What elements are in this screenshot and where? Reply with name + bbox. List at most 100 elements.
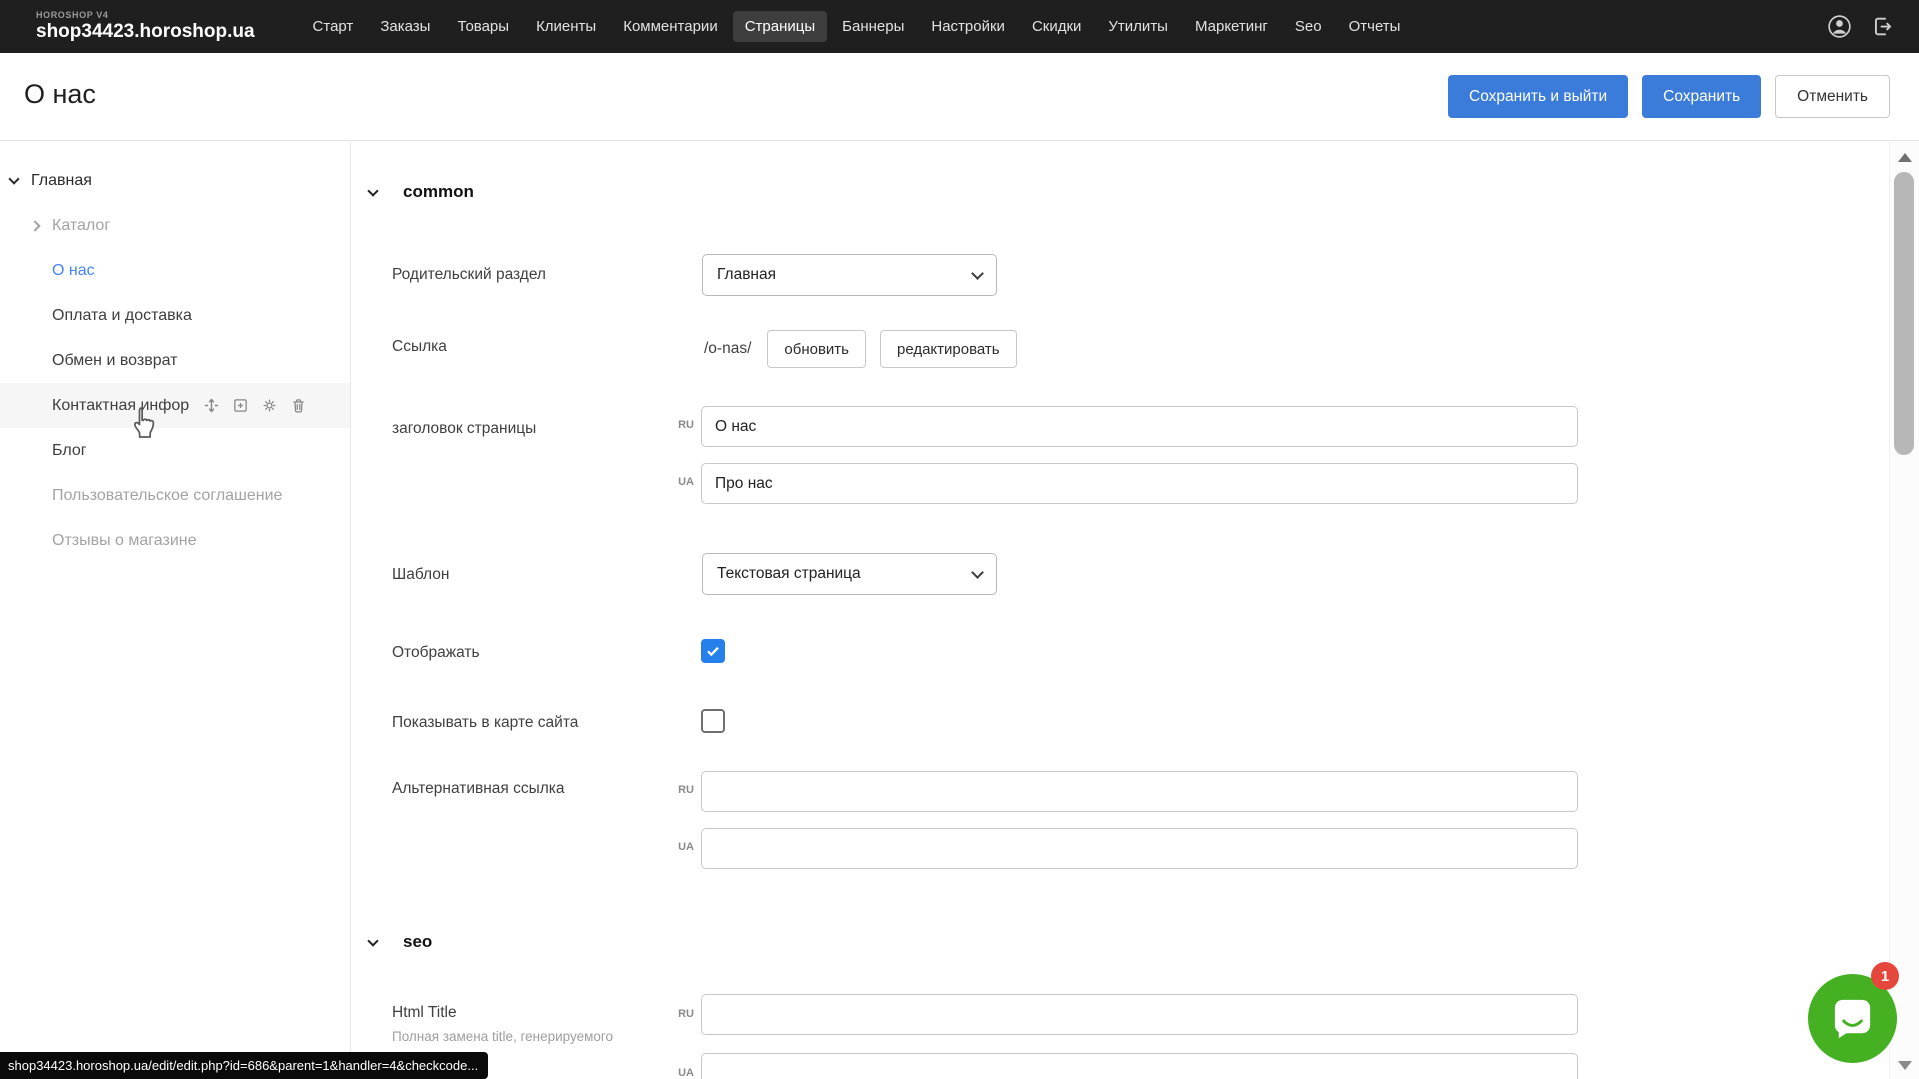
sidebar-item[interactable]: Блог (0, 428, 350, 473)
sidebar-item-label: Отзывы о магазине (52, 532, 197, 550)
parent-section-select[interactable]: Главная (702, 254, 997, 296)
status-url-bar: shop34423.horoshop.ua/edit/edit.php?id=6… (0, 1052, 488, 1079)
display-checkbox[interactable] (701, 639, 725, 663)
sidebar-item-label: О нас (52, 262, 95, 280)
scrollbar-down-arrow[interactable] (1898, 1061, 1912, 1070)
logo[interactable]: HOROSHOP V4 shop34423.horoshop.ua (36, 11, 255, 43)
nav-item[interactable]: Заказы (368, 11, 442, 42)
page-title: О нас (24, 79, 96, 110)
sidebar-item[interactable]: О нас (0, 248, 350, 293)
scrollbar-up-arrow[interactable] (1898, 153, 1912, 162)
sidebar-item[interactable]: Оплата и доставка (0, 293, 350, 338)
alt-link-ru-input[interactable] (701, 771, 1578, 812)
lang-ru-badge: RU (666, 419, 694, 431)
alt-link-ua-input[interactable] (701, 828, 1578, 869)
sidebar-item-label: Блог (52, 442, 87, 460)
sidebar-item-label: Обмен и возврат (52, 352, 177, 370)
save-button[interactable]: Сохранить (1642, 75, 1761, 118)
chevron-down-icon[interactable] (8, 173, 19, 184)
page-title-ru-input[interactable] (701, 406, 1578, 447)
link-label: Ссылка (392, 338, 447, 356)
page-title-field-label: заголовок страницы (392, 420, 536, 438)
page-header: О нас Сохранить и выйти Сохранить Отмени… (0, 53, 1919, 141)
lang-ua-badge: UA (666, 1067, 694, 1079)
nav-item[interactable]: Seo (1283, 11, 1334, 42)
html-title-label: Html Title (392, 1004, 457, 1022)
sidebar-item-label: Контактная инфор (52, 397, 189, 415)
template-select[interactable]: Текстовая страница (702, 553, 997, 595)
navbar-right (1826, 13, 1895, 40)
sitemap-checkbox[interactable] (701, 709, 725, 733)
chevron-right-icon[interactable] (29, 220, 40, 231)
chevron-down-icon (971, 566, 984, 579)
lang-ru-badge: RU (666, 784, 694, 796)
nav-item[interactable]: Клиенты (524, 11, 608, 42)
scrollbar-thumb[interactable] (1894, 172, 1914, 455)
account-icon[interactable] (1826, 13, 1853, 40)
lang-ua-badge: UA (666, 841, 694, 853)
chat-widget-button[interactable]: 1 (1808, 974, 1897, 1063)
sidebar-item[interactable]: Контактная инфор (0, 383, 350, 428)
nav-item[interactable]: Товары (445, 11, 521, 42)
section-seo-label: seo (403, 932, 432, 952)
sitemap-label: Показывать в карте сайта (392, 714, 578, 732)
nav-item[interactable]: Отчеты (1337, 11, 1413, 42)
section-seo[interactable]: seo (369, 932, 432, 952)
html-title-ua-input[interactable] (701, 1053, 1578, 1079)
sidebar-item[interactable]: Каталог (0, 203, 350, 248)
html-title-ru-input[interactable] (701, 994, 1578, 1035)
cancel-button[interactable]: Отменить (1775, 75, 1890, 118)
html-title-hint: Полная замена title, генерируемого (392, 1029, 613, 1044)
save-and-exit-button[interactable]: Сохранить и выйти (1448, 75, 1628, 118)
nav-item[interactable]: Старт (301, 11, 366, 42)
sidebar-item-label: Пользовательское соглашение (52, 487, 282, 505)
nav-item[interactable]: Комментарии (611, 11, 729, 42)
move-icon[interactable] (203, 397, 220, 414)
display-label: Отображать (392, 644, 480, 662)
logo-version: HOROSHOP V4 (36, 11, 255, 21)
check-icon (705, 643, 721, 659)
settings-icon[interactable] (261, 397, 278, 414)
nav-item[interactable]: Страницы (733, 11, 827, 42)
section-common[interactable]: common (369, 182, 474, 202)
sidebar-item[interactable]: Главная (0, 158, 350, 203)
chat-bubble-icon (1829, 995, 1876, 1042)
template-value: Текстовая страница (717, 565, 861, 583)
chevron-down-icon (971, 267, 984, 280)
sidebar-item-label: Оплата и доставка (52, 307, 192, 325)
nav-item[interactable]: Маркетинг (1183, 11, 1280, 42)
logo-domain: shop34423.horoshop.ua (36, 22, 255, 43)
nav-item[interactable]: Баннеры (830, 11, 916, 42)
lang-ru-badge: RU (666, 1008, 694, 1020)
chat-unread-badge: 1 (1871, 962, 1899, 990)
navbar-menu: СтартЗаказыТоварыКлиентыКомментарииСтран… (301, 11, 1413, 42)
alt-link-label: Альтернативная ссылка (392, 780, 565, 798)
parent-section-label: Родительский раздел (392, 266, 546, 284)
chevron-down-icon (367, 185, 378, 196)
chevron-down-icon (367, 935, 378, 946)
header-buttons: Сохранить и выйти Сохранить Отменить (1448, 75, 1890, 118)
lang-ua-badge: UA (666, 476, 694, 488)
scrollbar (1889, 142, 1919, 1079)
nav-item[interactable]: Настройки (919, 11, 1017, 42)
template-label: Шаблон (392, 566, 449, 584)
sidebar-item[interactable]: Обмен и возврат (0, 338, 350, 383)
parent-section-value: Главная (717, 266, 776, 284)
sidebar-item[interactable]: Отзывы о магазине (0, 518, 350, 563)
sidebar-tree: Главная Каталог О нас Оплата и доставка Обме… (0, 158, 350, 563)
logout-icon[interactable] (1870, 14, 1895, 39)
link-controls: /o-nas/ обновить редактировать (704, 330, 1017, 368)
sidebar-row-actions (203, 397, 307, 414)
nav-item[interactable]: Утилиты (1096, 11, 1180, 42)
link-edit-button[interactable]: редактировать (880, 330, 1017, 368)
sidebar-item-label: Каталог (52, 217, 110, 235)
section-common-label: common (403, 182, 474, 202)
nav-item[interactable]: Скидки (1020, 11, 1093, 42)
pages-tree-sidebar: Главная Каталог О нас Оплата и доставка Обме… (0, 142, 351, 1079)
add-icon[interactable] (232, 397, 249, 414)
page-title-ua-input[interactable] (701, 463, 1578, 504)
page-edit-form: common Родительский раздел Главная Ссылк… (352, 142, 1889, 1079)
link-refresh-button[interactable]: обновить (767, 330, 866, 368)
delete-icon[interactable] (290, 397, 307, 414)
sidebar-item[interactable]: Пользовательское соглашение (0, 473, 350, 518)
